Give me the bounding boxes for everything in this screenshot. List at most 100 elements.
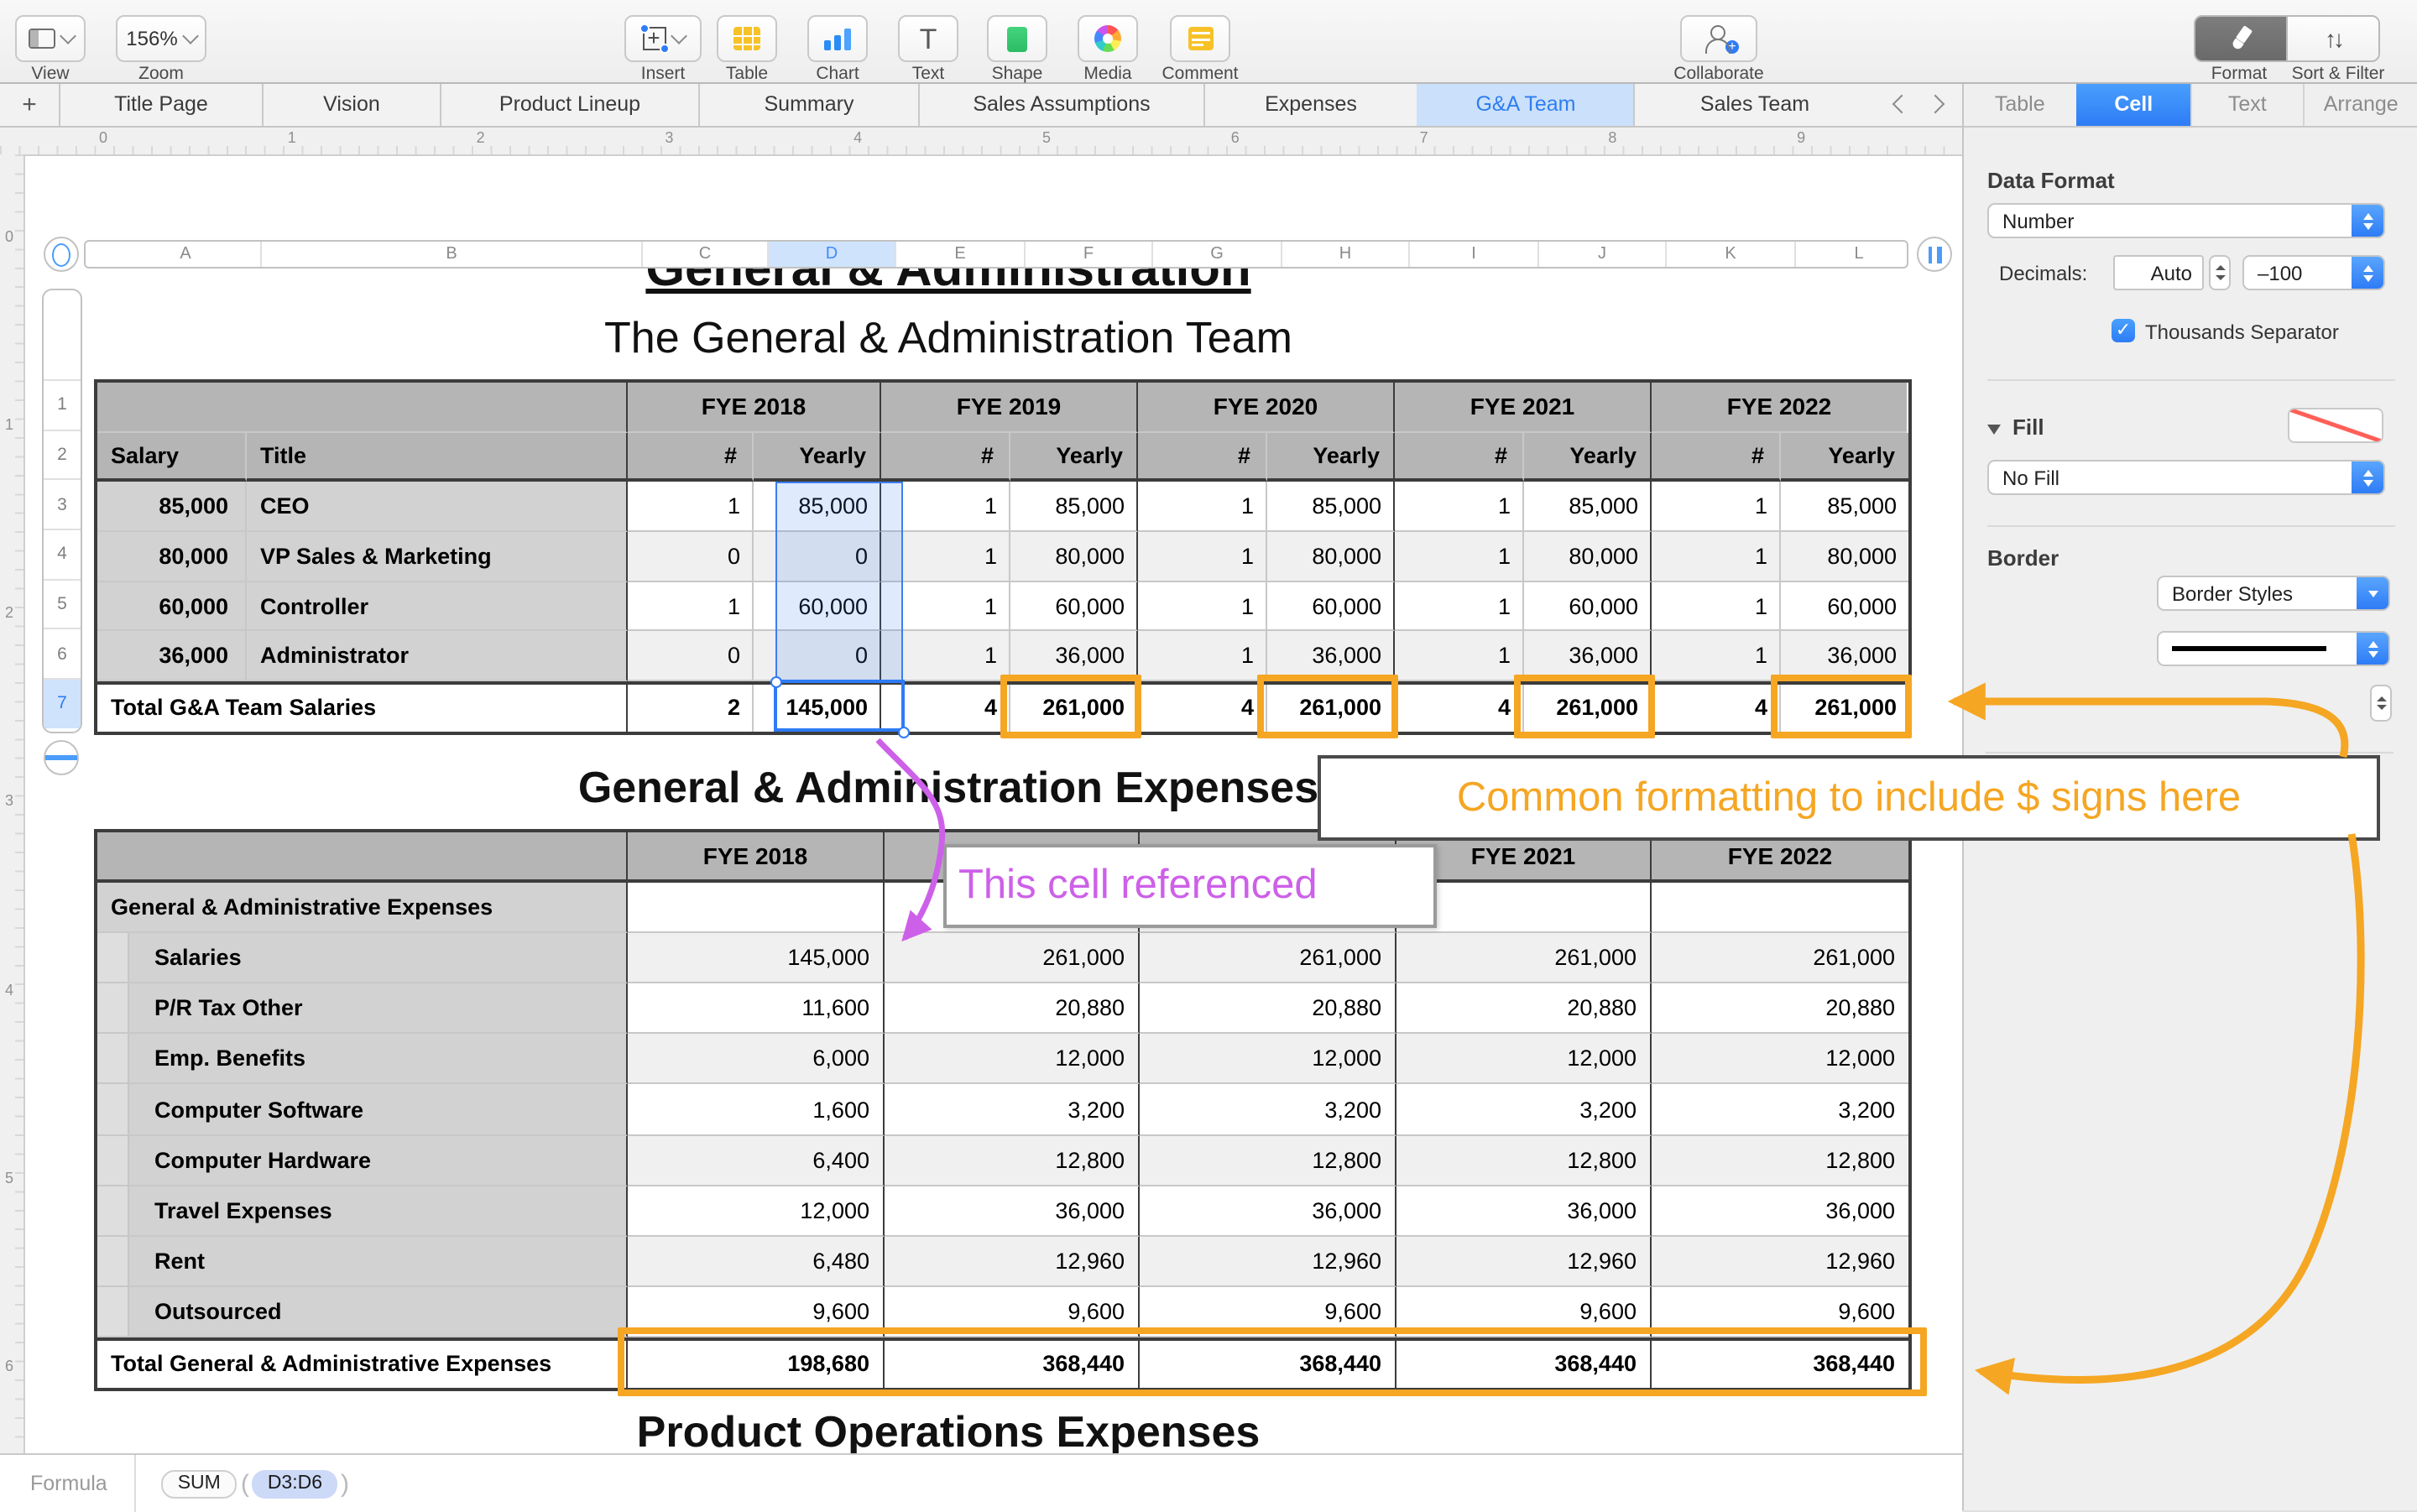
table-handle-icon[interactable] <box>44 237 79 272</box>
column-header-a[interactable]: A <box>111 242 260 267</box>
cell[interactable] <box>97 383 628 432</box>
cell[interactable]: 12,800 <box>1140 1135 1396 1186</box>
sheet-tab-sales-team[interactable]: Sales Team <box>1633 82 1875 126</box>
column-header-l[interactable]: L <box>1794 242 1922 267</box>
cell[interactable]: 1 <box>628 582 754 632</box>
formula-range-token[interactable]: D3:D6 <box>253 1469 337 1498</box>
cell[interactable]: General & Administrative Expenses <box>97 883 628 933</box>
sheet-tab-product-lineup[interactable]: Product Lineup <box>440 82 698 126</box>
cell[interactable]: P/R Tax Other <box>97 984 628 1035</box>
cell-year-header[interactable]: FYE 2019 <box>881 383 1138 432</box>
column-header-j[interactable]: J <box>1537 242 1665 267</box>
column-header-d[interactable]: D <box>767 242 895 267</box>
cell[interactable]: 1 <box>1395 482 1524 532</box>
selection-handle[interactable] <box>770 676 781 688</box>
cell[interactable]: 12,000 <box>1652 1035 1908 1085</box>
negative-format-select[interactable]: –100 <box>2242 255 2385 290</box>
sheet-tab-title-page[interactable]: Title Page <box>59 82 262 126</box>
cell[interactable]: Controller <box>247 582 628 632</box>
border-styles-select[interactable]: Border Styles <box>2157 576 2390 611</box>
cell[interactable]: Yearly <box>754 432 881 482</box>
chevron-down-icon[interactable] <box>2357 577 2388 609</box>
cell[interactable]: 1 <box>1652 482 1781 532</box>
cell[interactable] <box>97 832 628 883</box>
shape-button[interactable] <box>987 15 1047 62</box>
row-header-4[interactable]: 4 <box>44 529 81 578</box>
column-header-h[interactable]: H <box>1281 242 1408 267</box>
cell[interactable]: 20,880 <box>1652 984 1908 1035</box>
sheet-tab-expenses[interactable]: Expenses <box>1203 82 1417 126</box>
cell-year-header[interactable]: FYE 2020 <box>1138 383 1395 432</box>
decimals-stepper[interactable] <box>2209 255 2231 290</box>
border-width-stepper[interactable] <box>2370 685 2392 722</box>
cell[interactable]: CEO <box>247 482 628 532</box>
column-header-k[interactable]: K <box>1665 242 1794 267</box>
cell[interactable]: Administrator <box>247 632 628 681</box>
cell[interactable]: 6,400 <box>628 1135 885 1186</box>
column-header-bar[interactable]: ABCDEFGHIJKL <box>84 240 1908 269</box>
row-header-2[interactable]: 2 <box>44 429 81 478</box>
insert-button[interactable] <box>624 15 702 62</box>
row-gutter-spacer[interactable] <box>44 290 81 379</box>
cell[interactable]: 3,200 <box>885 1085 1140 1135</box>
collaborate-button[interactable]: + <box>1680 15 1757 62</box>
cell[interactable]: 85,000 <box>1524 482 1652 532</box>
column-header-b[interactable]: B <box>260 242 641 267</box>
column-header-f[interactable]: F <box>1024 242 1151 267</box>
cell[interactable]: 145,000 <box>628 933 885 983</box>
selected-range-d3-d6[interactable] <box>775 482 903 682</box>
cell[interactable]: 12,960 <box>1140 1237 1396 1287</box>
cell-year-header[interactable]: FYE 2022 <box>1652 383 1907 432</box>
row-number-gutter[interactable]: 1234567 <box>42 289 82 733</box>
cell[interactable]: 1 <box>1138 532 1267 581</box>
cell[interactable]: 80,000 <box>97 532 247 581</box>
cell[interactable]: Total General & Administrative Expenses <box>97 1341 628 1388</box>
view-button[interactable] <box>15 15 86 62</box>
formula-function-token[interactable]: SUM <box>161 1469 238 1498</box>
cell[interactable]: Rent <box>97 1237 628 1287</box>
formula-bar[interactable]: Formula SUM ( D3:D6 ) <box>0 1453 1962 1512</box>
cell[interactable]: Total G&A Team Salaries <box>97 685 628 731</box>
cell[interactable]: 36,000 <box>885 1186 1140 1236</box>
border-line-style-select[interactable] <box>2157 631 2390 666</box>
cell[interactable]: 3,200 <box>1396 1085 1652 1135</box>
cell[interactable]: 12,960 <box>1652 1237 1908 1287</box>
cell[interactable]: Yearly <box>1010 432 1138 482</box>
cell[interactable]: Yearly <box>1781 432 1908 482</box>
add-column-icon[interactable] <box>1917 237 1952 272</box>
cell[interactable]: 36,000 <box>1652 1186 1908 1236</box>
cell[interactable]: Yearly <box>1524 432 1652 482</box>
cell[interactable]: 85,000 <box>97 482 247 532</box>
cell[interactable]: 11,600 <box>628 984 885 1035</box>
cell[interactable]: 36,000 <box>1396 1186 1652 1236</box>
selected-cell-d7[interactable] <box>774 680 905 732</box>
stepper-icon[interactable] <box>2357 633 2388 665</box>
sheet-tab-summary[interactable]: Summary <box>698 82 918 126</box>
cell[interactable]: 12,000 <box>1140 1035 1396 1085</box>
cell[interactable]: 12,800 <box>1652 1135 1908 1186</box>
stepper-icon[interactable] <box>2352 257 2383 289</box>
column-header-i[interactable]: I <box>1408 242 1537 267</box>
cell[interactable]: 12,800 <box>1396 1135 1652 1186</box>
cell[interactable]: Yearly <box>1267 432 1395 482</box>
cell[interactable]: 1 <box>1395 632 1524 681</box>
cell[interactable]: 12,960 <box>885 1237 1140 1287</box>
cell[interactable]: 261,000 <box>1652 933 1908 983</box>
cell[interactable]: 12,000 <box>885 1035 1140 1085</box>
cell[interactable]: 6,480 <box>628 1237 885 1287</box>
cell[interactable]: Computer Software <box>97 1085 628 1135</box>
cell[interactable]: 261,000 <box>1396 933 1652 983</box>
inspector-tab-text[interactable]: Text <box>2190 82 2304 126</box>
cell[interactable]: 20,880 <box>1140 984 1396 1035</box>
cell[interactable]: 6,000 <box>628 1035 885 1085</box>
cell[interactable]: 60,000 <box>1010 582 1138 632</box>
cell[interactable]: 1 <box>1138 582 1267 632</box>
cell[interactable]: 1 <box>1138 632 1267 681</box>
cell[interactable]: 80,000 <box>1267 532 1395 581</box>
cell[interactable]: 20,880 <box>885 984 1140 1035</box>
cell[interactable]: 0 <box>628 532 754 581</box>
sheet-tab-g-a-team[interactable]: G&A Team <box>1417 82 1633 126</box>
cell[interactable]: VP Sales & Marketing <box>247 532 628 581</box>
cell[interactable] <box>628 883 885 933</box>
inspector-tab-cell[interactable]: Cell <box>2076 82 2190 126</box>
